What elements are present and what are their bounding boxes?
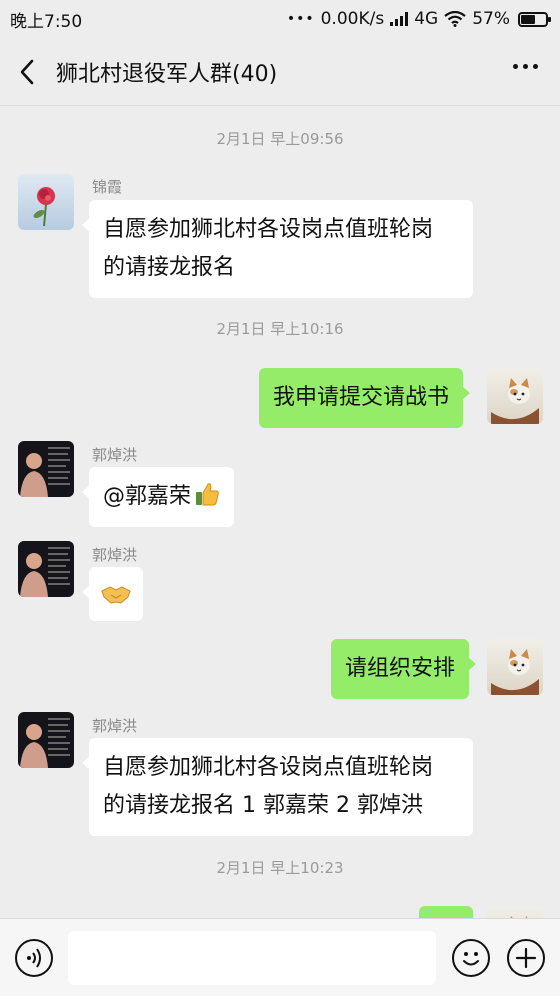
signal-icon — [390, 12, 409, 26]
status-indicators: ••• 0.00K/s 4G 57% — [286, 9, 551, 29]
status-time: 晚上7:50 — [10, 11, 83, 32]
message-bubble[interactable]: 自愿参加狮北村各设岗点值班轮岗 的请接龙报名 1 郭嘉荣 2 郭焯洪 — [82, 738, 473, 836]
message-line: 的请接龙报名 1 郭嘉荣 2 郭焯洪 — [103, 793, 423, 818]
input-bar — [0, 918, 560, 996]
voice-icon — [27, 948, 41, 968]
message-bubble[interactable]: 我申请提交请战书 — [259, 368, 471, 428]
network-type: 4G — [414, 9, 439, 29]
more-dot-icon — [513, 64, 518, 69]
sender-name: 郭焯洪 — [92, 446, 138, 464]
message-text: 请组织安排 — [345, 656, 456, 681]
man-avatar-icon — [20, 547, 70, 597]
my-avatar[interactable] — [487, 368, 543, 424]
message-bubble[interactable] — [82, 567, 143, 621]
sender-name: 郭焯洪 — [92, 546, 138, 564]
smiley-icon — [463, 952, 479, 966]
message-text: @郭嘉荣 — [103, 484, 192, 509]
network-speed: 0.00K/s — [320, 9, 385, 29]
message-line: 的请接龙报名 — [103, 255, 236, 280]
battery-level-fill — [521, 14, 535, 24]
chat-header: 狮北村退役军人群(40) — [0, 38, 560, 106]
voice-button[interactable] — [15, 939, 53, 977]
message-bubble[interactable]: 请组织安排 — [331, 639, 477, 699]
message-bubble[interactable]: 自愿参加狮北村各设岗点值班轮岗 的请接龙报名 — [82, 200, 473, 298]
rose-avatar-icon — [33, 187, 55, 227]
cat-avatar-icon — [510, 916, 528, 918]
message-text: 我申请提交请战书 — [273, 385, 450, 410]
thumbs-up-icon — [196, 483, 219, 506]
emoji-button[interactable] — [452, 939, 490, 977]
message-line: 自愿参加狮北村各设岗点值班轮岗 — [103, 217, 434, 242]
status-bar: 晚上7:50 ••• 0.00K/s 4G 57% — [0, 0, 560, 38]
message-bubble[interactable]: @郭嘉荣 — [81, 467, 235, 527]
more-button[interactable] — [513, 64, 538, 69]
chat-messages[interactable]: 2月1日 早上09:56 锦霞 自愿参加狮北村各设岗点值班轮岗 的请接龙报名 2… — [0, 106, 560, 918]
wifi-icon — [444, 11, 466, 27]
man-avatar-icon — [20, 718, 70, 768]
status-dots: ••• — [286, 11, 315, 27]
sender-name: 锦霞 — [92, 178, 123, 196]
more-actions-button[interactable] — [507, 939, 545, 977]
chevron-left-icon — [20, 59, 34, 84]
battery-icon — [518, 11, 551, 27]
sender-name: 郭焯洪 — [92, 717, 138, 735]
cat-avatar-icon — [491, 378, 539, 424]
man-avatar-icon — [20, 447, 70, 497]
timestamp: 2月1日 早上09:56 — [216, 130, 344, 148]
timestamp: 2月1日 早上10:16 — [216, 320, 344, 338]
page-title: 狮北村退役军人群(40) — [56, 61, 278, 87]
plus-icon — [515, 947, 537, 969]
cat-avatar-icon — [491, 649, 539, 695]
sender-avatar[interactable] — [18, 712, 74, 768]
sender-avatar[interactable] — [18, 441, 74, 497]
sender-avatar[interactable] — [18, 174, 74, 230]
message-input[interactable] — [68, 931, 436, 985]
message-bubble[interactable] — [419, 906, 473, 918]
battery-percent: 57% — [472, 9, 510, 29]
my-avatar[interactable] — [487, 906, 543, 918]
more-dot-icon — [533, 64, 538, 69]
my-avatar[interactable] — [487, 639, 543, 695]
sender-avatar[interactable] — [18, 541, 74, 597]
back-button[interactable] — [0, 38, 54, 106]
message-line: 自愿参加狮北村各设岗点值班轮岗 — [103, 755, 434, 780]
timestamp: 2月1日 早上10:23 — [216, 859, 344, 877]
handshake-icon — [101, 586, 131, 604]
more-dot-icon — [523, 64, 528, 69]
